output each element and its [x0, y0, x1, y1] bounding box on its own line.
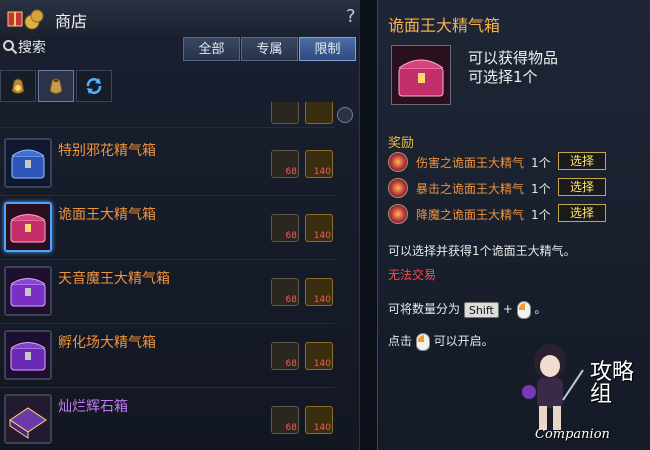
- filter-tabs: 全部 专属 限制: [183, 37, 357, 61]
- scroll-up-button[interactable]: [337, 107, 353, 123]
- filter-tab-limited[interactable]: 限制: [299, 37, 356, 61]
- mascot-figure: [522, 344, 584, 430]
- search-icon: [3, 40, 18, 55]
- cost-gold-icon: 140: [305, 214, 333, 242]
- tooltip-title: 诡面王大精气箱: [388, 16, 501, 35]
- shop-icon: [7, 9, 44, 30]
- cost-gold-icon: 140: [305, 278, 333, 306]
- item-pouch-icon: [49, 78, 63, 94]
- shop-title: 商店: [55, 12, 88, 31]
- cost-value: 68: [285, 167, 297, 177]
- reward-count: 1个: [531, 182, 551, 196]
- select-button[interactable]: 选择: [558, 204, 606, 222]
- search-input[interactable]: [18, 37, 178, 59]
- cost-token-icon: 68: [271, 406, 299, 434]
- refresh-icon: [86, 78, 102, 94]
- cost-token-icon: 68: [271, 278, 299, 306]
- list-item[interactable]: [0, 102, 335, 128]
- pink-chest-icon: [4, 202, 52, 252]
- reward-row: 暴击之诡面王大精气 1个 选择: [388, 178, 648, 200]
- watermark-text: 攻略组: [590, 360, 635, 407]
- help-icon[interactable]: ?: [346, 6, 356, 27]
- split-prefix: 可将数量分为: [388, 302, 461, 316]
- shop-item-list: 特别邪花精气箱 68 140 诡面王大精气箱 68 140 天音魔王大精气箱 6…: [0, 102, 335, 450]
- open-suffix: 可以开启。: [433, 334, 494, 348]
- item-name: 孵化场大精气箱: [58, 335, 156, 351]
- cost-gold-icon: 140: [305, 150, 333, 178]
- tooltip-desc-line2: 可选择1个: [468, 68, 538, 86]
- cost-value: 140: [313, 423, 331, 433]
- filter-tab-exclusive[interactable]: 专属: [241, 37, 298, 61]
- split-plus: +: [502, 302, 513, 316]
- shift-key-icon: Shift: [463, 301, 499, 318]
- cost-value: 140: [313, 167, 331, 177]
- cost-token-icon: 68: [271, 342, 299, 370]
- reward-row: 降魔之诡面王大精气 1个 选择: [388, 204, 648, 226]
- reward-name: 伤害之诡面王大精气: [416, 156, 525, 170]
- category-tabs: [0, 70, 114, 102]
- energy-orb-icon: [388, 204, 408, 224]
- list-item[interactable]: 天音魔王大精气箱 68 140: [0, 260, 335, 324]
- cost-gold-icon: 140: [305, 406, 333, 434]
- item-name: 天音魔王大精气箱: [58, 271, 170, 287]
- tooltip-desc-line1: 可以获得物品: [468, 49, 559, 67]
- shop-panel: 商店 ? 全部 专属 限制: [0, 0, 360, 450]
- mouse-right-click-icon: [415, 332, 430, 351]
- item-name: 诡面王大精气箱: [58, 207, 156, 223]
- reward-name: 降魔之诡面王大精气: [416, 208, 525, 222]
- search-bar: [0, 37, 180, 59]
- reward-row: 伤害之诡面王大精气 1个 选择: [388, 152, 648, 174]
- companion-label: Companion: [535, 427, 610, 442]
- reward-label: 奖励: [388, 136, 415, 151]
- list-item[interactable]: 诡面王大精气箱 68 140: [0, 196, 335, 260]
- cost-value: 140: [313, 231, 331, 241]
- energy-orb-icon: [388, 178, 408, 198]
- category-tab-gold[interactable]: [0, 70, 36, 102]
- cost-token-icon: 68: [271, 150, 299, 178]
- item-name: 灿烂辉石箱: [58, 399, 128, 415]
- tooltip-info: 可以选择并获得1个诡面王大精气。: [388, 244, 576, 258]
- cost-value: 68: [285, 295, 297, 305]
- cost-token-icon: 68: [271, 214, 299, 242]
- energy-orb-icon: [388, 152, 408, 172]
- list-item[interactable]: 孵化场大精气箱 68 140: [0, 324, 335, 388]
- cost-value: 68: [285, 359, 297, 369]
- blue-chest-icon: [4, 138, 52, 188]
- list-item[interactable]: 灿烂辉石箱 68 140: [0, 388, 335, 450]
- cost-gold-icon: [305, 102, 333, 124]
- pink-chest-icon: [391, 45, 451, 105]
- shop-header: 商店 ?: [0, 0, 360, 36]
- gold-pouch-icon: [11, 78, 25, 94]
- reward-count: 1个: [531, 156, 551, 170]
- list-item[interactable]: 特别邪花精气箱 68 140: [0, 132, 335, 196]
- cost-gold-icon: 140: [305, 342, 333, 370]
- gold-box-icon: [4, 394, 52, 444]
- reward-count: 1个: [531, 208, 551, 222]
- mouse-left-click-icon: [516, 300, 531, 319]
- open-hint: 点击 可以开启。: [388, 332, 494, 351]
- purple-chest-icon: [4, 330, 52, 380]
- cost-value: 140: [313, 295, 331, 305]
- item-name: 特别邪花精气箱: [58, 143, 156, 159]
- split-hint: 可将数量分为 Shift + 。: [388, 300, 546, 319]
- reward-name: 暴击之诡面王大精气: [416, 182, 525, 196]
- cost-value: 68: [285, 231, 297, 241]
- open-prefix: 点击: [388, 334, 413, 348]
- purple-chest-icon: [4, 266, 52, 316]
- cost-token-icon: [271, 102, 299, 124]
- cost-value: 68: [285, 423, 297, 433]
- category-tab-refresh[interactable]: [76, 70, 112, 102]
- cost-value: 140: [313, 359, 331, 369]
- select-button[interactable]: 选择: [558, 152, 606, 170]
- split-suffix: 。: [534, 302, 547, 316]
- trade-warning: 无法交易: [388, 268, 437, 282]
- category-tab-items[interactable]: [38, 70, 74, 102]
- select-button[interactable]: 选择: [558, 178, 606, 196]
- filter-tab-all[interactable]: 全部: [183, 37, 240, 61]
